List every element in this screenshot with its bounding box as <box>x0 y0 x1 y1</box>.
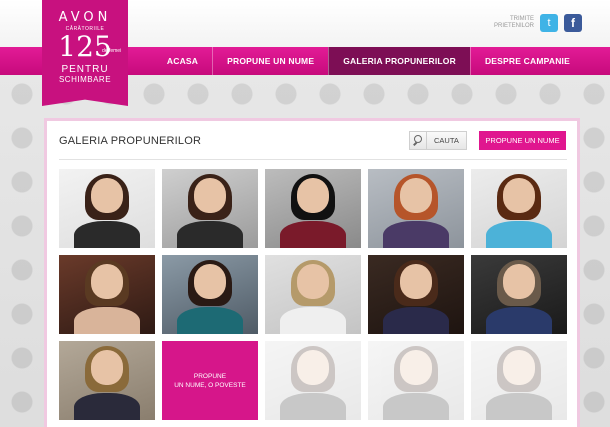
divider <box>59 159 567 160</box>
nav-item-propune-un-nume[interactable]: PROPUNE UN NUME <box>212 47 328 75</box>
gallery-photo[interactable] <box>162 255 258 334</box>
propose-story-tile[interactable]: PROPUNE UN NUME, O POVESTE <box>162 341 258 420</box>
share-block: TRIMITE PRIETENILOR t f <box>494 14 582 32</box>
search-button[interactable]: CAUTA <box>409 131 467 150</box>
logo-number: 125 <box>58 30 112 63</box>
search-icon <box>410 132 427 149</box>
gallery-photo[interactable] <box>265 255 361 334</box>
propose-name-button[interactable]: PROPUNE UN NUME <box>479 131 566 150</box>
gallery-photo[interactable] <box>471 169 567 248</box>
gallery-photo[interactable] <box>265 169 361 248</box>
twitter-icon[interactable]: t <box>540 14 558 32</box>
share-text: TRIMITE PRIETENILOR <box>493 16 534 29</box>
logo-pentru: PENTRU <box>61 64 109 75</box>
gallery-photo[interactable] <box>59 255 155 334</box>
placeholder-photo <box>265 341 361 420</box>
gallery-photo[interactable] <box>59 169 155 248</box>
placeholder-photo <box>471 341 567 420</box>
gallery-photo[interactable] <box>471 255 567 334</box>
nav-item-acasa[interactable]: ACASA <box>153 47 212 75</box>
gallery-photo[interactable] <box>368 169 464 248</box>
gallery-grid: PROPUNE UN NUME, O POVESTE <box>59 169 570 420</box>
gallery-photo[interactable] <box>162 169 258 248</box>
nav-item-despre-campanie[interactable]: DESPRE CAMPANIE <box>469 47 584 75</box>
gallery-panel: GALERIA PROPUNERILOR CAUTA PROPUNE UN NU… <box>44 118 580 427</box>
avon-logo[interactable]: AVON CÂRĂTORIILE 125 de femei PENTRU SCH… <box>42 0 128 106</box>
gallery-photo[interactable] <box>368 255 464 334</box>
search-button-label: CAUTA <box>434 136 459 145</box>
page-title: GALERIA PROPUNERILOR <box>59 135 202 147</box>
logo-schimbare: SCHIMBARE <box>58 75 112 84</box>
logo-brand: AVON <box>58 10 112 25</box>
facebook-icon[interactable]: f <box>564 14 582 32</box>
placeholder-photo <box>368 341 464 420</box>
nav-item-galeria-propunerilor[interactable]: GALERIA PROPUNERILOR <box>328 47 470 75</box>
logo-small: de femei <box>102 48 122 54</box>
gallery-photo[interactable] <box>59 341 155 420</box>
